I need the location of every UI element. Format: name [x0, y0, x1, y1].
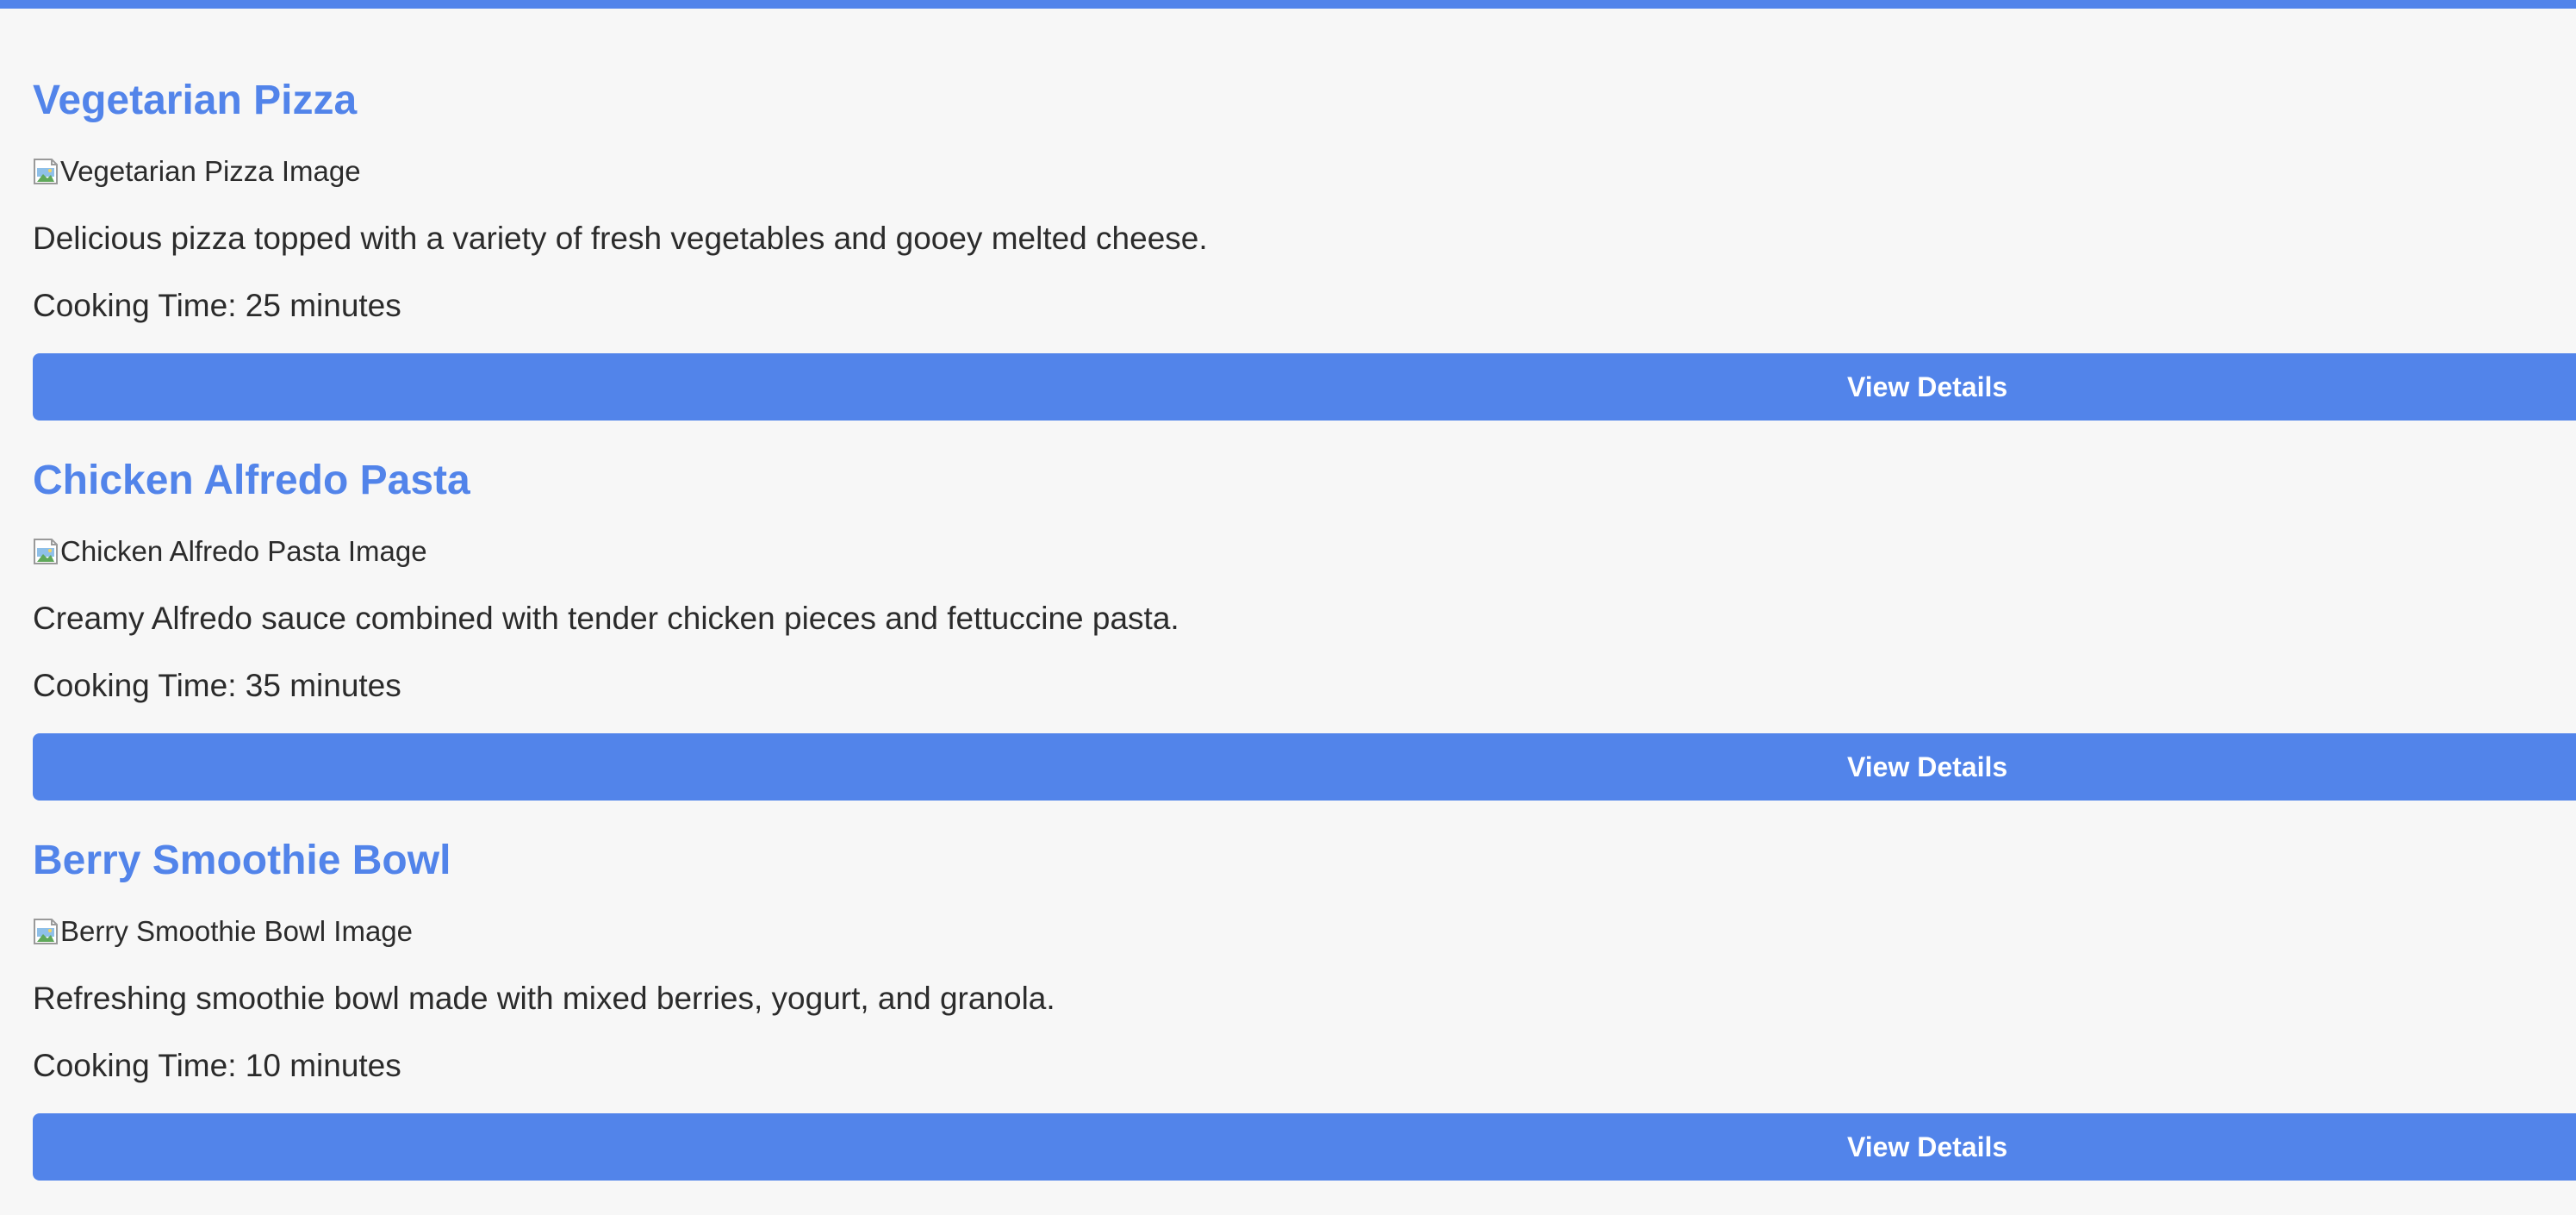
recipe-title: Berry Smoothie Bowl: [33, 838, 451, 883]
recipe-cooking-time: Cooking Time: 35 minutes: [33, 668, 401, 703]
recipe-image-alt: Chicken Alfredo Pasta Image: [60, 535, 427, 567]
view-details-label: View Details: [1847, 371, 2008, 402]
recipe-image-alt: Vegetarian Pizza Image: [60, 155, 361, 187]
broken-image-icon: [33, 158, 59, 185]
view-details-button[interactable]: View Details: [33, 1113, 2576, 1181]
recipe-description: Creamy Alfredo sauce combined with tende…: [33, 601, 1179, 636]
view-details-button[interactable]: View Details: [33, 733, 2576, 801]
recipe-cooking-time: Cooking Time: 10 minutes: [33, 1048, 401, 1083]
recipe-card: Chicken Alfredo Pasta Chicken Alfredo Pa…: [33, 456, 2576, 835]
view-details-label: View Details: [1847, 751, 2008, 782]
recipe-image-alt: Berry Smoothie Bowl Image: [60, 915, 414, 947]
broken-image-icon: [33, 918, 59, 945]
recipe-title: Chicken Alfredo Pasta: [33, 458, 470, 503]
recipe-description: Delicious pizza topped with a variety of…: [33, 221, 1208, 256]
recipe-card: Berry Smoothie Bowl Berry Smoothie Bowl …: [33, 836, 2576, 1215]
recipe-cooking-time: Cooking Time: 25 minutes: [33, 288, 401, 323]
recipe-card: Vegetarian Pizza Vegetarian Pizza Image …: [33, 76, 2576, 455]
view-details-label: View Details: [1847, 1131, 2008, 1162]
recipe-image: Vegetarian Pizza Image: [33, 155, 361, 188]
view-details-button[interactable]: View Details: [33, 353, 2576, 421]
top-accent-bar: [0, 0, 2576, 9]
recipe-image: Chicken Alfredo Pasta Image: [33, 535, 427, 568]
recipe-title: Vegetarian Pizza: [33, 78, 358, 123]
recipe-image: Berry Smoothie Bowl Image: [33, 915, 413, 948]
recipe-description: Refreshing smoothie bowl made with mixed…: [33, 981, 1055, 1016]
broken-image-icon: [33, 538, 59, 565]
